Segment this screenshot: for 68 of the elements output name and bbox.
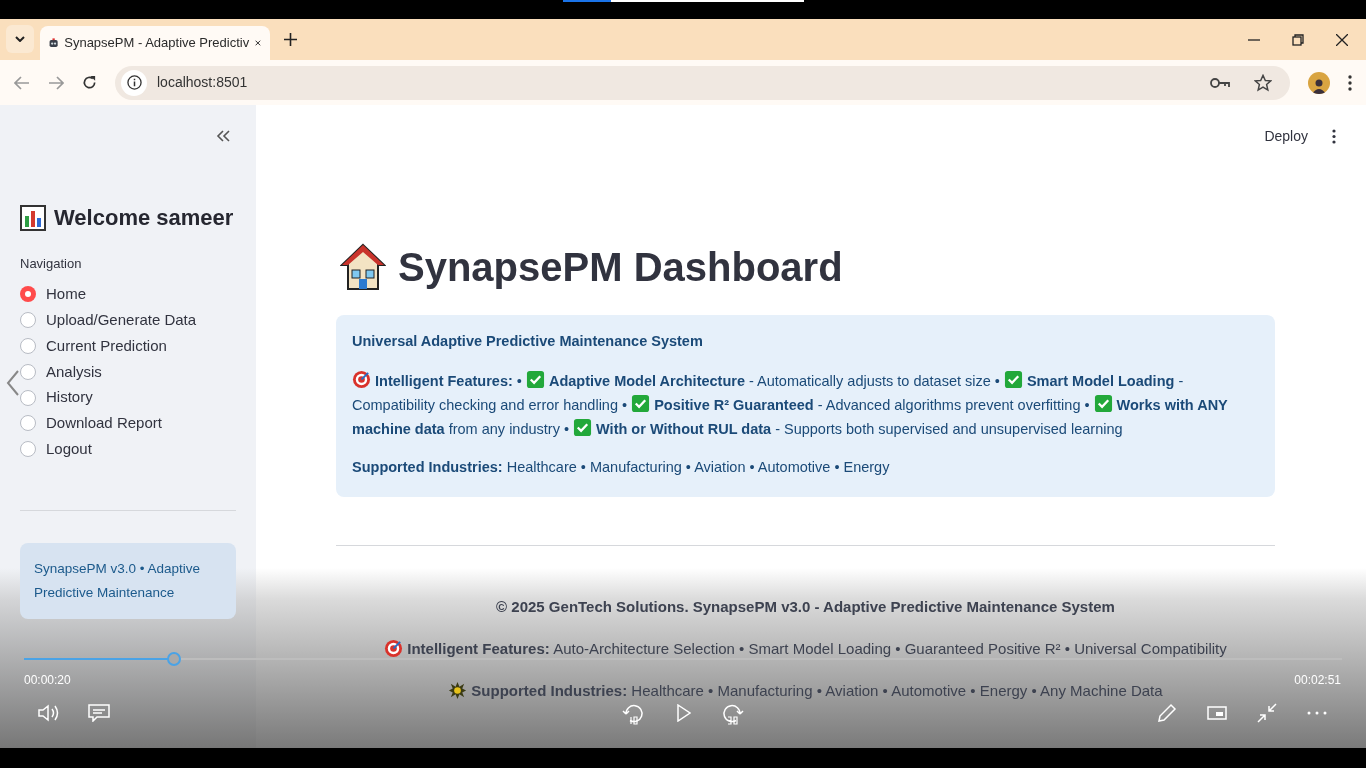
radio-button[interactable] [20, 415, 36, 432]
check-mark-icon [631, 393, 651, 413]
play-icon[interactable] [677, 704, 691, 722]
key-icon[interactable] [1210, 76, 1230, 89]
nav-option[interactable]: Home [46, 283, 86, 306]
nav-option[interactable]: Logout [46, 437, 92, 461]
features-paragraph: Intelligent Features: • Adaptive Model Architecture - Automatically adjusts to dataset size • Smart Model Loading - Compatibility checking and error handling • Positive R² Guaranteed - Advanced algorithms prevent overfitting • Works with ANY machine data from any industry • With or Without RUL data - Supports both supervised and unsupervised learning [352, 368, 1259, 441]
tab-list-button[interactable] [6, 25, 34, 53]
check-mark-icon [1003, 369, 1023, 389]
radio-button[interactable] [20, 389, 36, 406]
rewind-10-icon[interactable] [622, 702, 644, 726]
profile-avatar[interactable] [1308, 71, 1330, 94]
radio-button[interactable] [20, 286, 36, 303]
navigation-label: Navigation [20, 255, 83, 273]
menu-dots-icon[interactable] [1348, 74, 1352, 91]
info-heading: Universal Adaptive Predictive Maintenance System [352, 332, 704, 351]
collapse-sidebar-icon[interactable] [216, 130, 230, 142]
forward-arrow-icon[interactable] [48, 75, 64, 90]
check-mark-icon [1093, 393, 1113, 413]
starburst-icon [448, 681, 468, 700]
close-icon[interactable] [255, 38, 261, 48]
bar-chart-icon [20, 204, 46, 231]
nav-option[interactable]: Download Report [46, 412, 162, 435]
info-icon[interactable] [126, 75, 142, 90]
footer-text: Intelligent Features: Auto-Architecture Selection • Smart Model Loading • Guaranteed Positive R² • Universal Compatibility [407, 640, 1227, 657]
star-icon[interactable] [1254, 73, 1272, 92]
back-arrow-icon[interactable] [14, 75, 30, 90]
nav-option[interactable]: History [46, 386, 93, 409]
radio-button[interactable] [20, 363, 36, 380]
house-icon [340, 243, 386, 291]
footer-text: Supported Industries: Healthcare • Manufacturing • Aviation • Automotive • Energy • Any Machine Data [471, 682, 1163, 699]
new-tab-icon[interactable] [284, 33, 297, 46]
total-time: 00:02:51 [1294, 672, 1341, 689]
nav-option[interactable]: Current Prediction [46, 334, 167, 358]
exit-fullscreen-icon[interactable] [1257, 703, 1277, 723]
person-silhouette-icon [1312, 77, 1326, 94]
captions-icon[interactable] [88, 704, 110, 722]
reload-icon[interactable] [82, 75, 97, 90]
footer-text: © 2025 GenTech Solutions. SynapsePM v3.0 - Adaptive Predictive Maintenance System [496, 598, 1115, 615]
deploy-button[interactable]: Deploy [1264, 125, 1308, 147]
tab-title: SynapsePM - Adaptive Predictiv [64, 34, 250, 53]
restore-icon[interactable] [1292, 34, 1304, 46]
target-icon [384, 639, 404, 658]
version-note: SynapsePM v3.0 • Adaptive Predictive Maintenance [20, 543, 236, 620]
industries-text: Supported Industries: Healthcare • Manufacturing • Aviation • Automotive • Energy [352, 457, 891, 477]
target-icon [352, 369, 371, 389]
forward-30-icon[interactable] [722, 702, 744, 726]
sidebar-title: Welcome sameer [54, 204, 234, 232]
pencil-icon[interactable] [1157, 703, 1177, 723]
check-mark-icon [573, 417, 593, 437]
radio-button[interactable] [20, 338, 36, 354]
browser-tab[interactable]: SynapsePM - Adaptive Predictiv [40, 26, 270, 60]
menu-dots-icon[interactable] [1332, 128, 1336, 144]
more-options-icon[interactable] [1307, 711, 1327, 715]
page-title: SynapsePM Dashboard [398, 244, 843, 291]
radio-button[interactable] [20, 312, 36, 329]
close-icon[interactable] [1336, 34, 1348, 46]
elapsed-time: 00:00:20 [24, 672, 71, 689]
volume-icon[interactable] [38, 704, 60, 722]
check-mark-icon [525, 369, 545, 389]
mini-player-icon[interactable] [1207, 706, 1227, 720]
nav-option[interactable]: Upload/Generate Data [46, 308, 197, 332]
nav-option[interactable]: Analysis [46, 360, 102, 384]
url-text: localhost:8501 [157, 73, 249, 92]
chevron-down-icon [15, 36, 25, 42]
address-bar[interactable]: localhost:8501 [115, 65, 1290, 100]
chevron-left-icon[interactable] [6, 370, 20, 396]
radio-button[interactable] [20, 441, 36, 458]
